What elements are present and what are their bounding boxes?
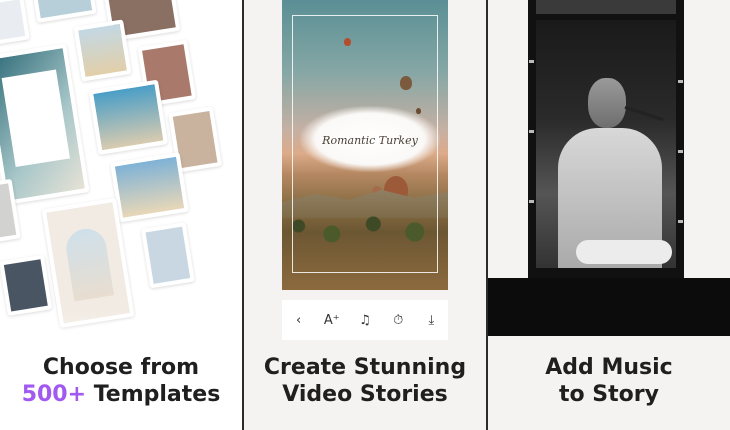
sprocket-hole	[678, 80, 683, 83]
add-music-panel: Add Music to Story	[488, 0, 730, 430]
caption-line2: to Story	[559, 382, 659, 407]
sprocket-hole	[678, 150, 683, 153]
template-card[interactable]	[0, 254, 53, 317]
story-preview[interactable]: Romantic Turkey	[282, 0, 448, 290]
back-chevron-icon[interactable]: ‹	[288, 309, 310, 331]
audio-waveform[interactable]	[488, 278, 730, 336]
caption-line2: 500+ Templates	[0, 381, 242, 408]
guitar	[576, 240, 672, 264]
caption-accent: 500+	[21, 382, 87, 407]
sprocket-hole	[529, 60, 534, 63]
musician-head	[588, 78, 626, 128]
template-card[interactable]	[110, 152, 189, 223]
sprocket-hole	[529, 200, 534, 203]
editor-toolbar: ‹ A⁺ ♫ ⏱ ⤓	[282, 300, 448, 340]
caption-line1: Choose from	[42, 355, 200, 380]
template-card[interactable]	[0, 43, 90, 206]
caption-line1: Create Stunning	[263, 355, 467, 380]
musician-photo[interactable]	[536, 20, 676, 268]
caption-line1: Add Music	[545, 355, 673, 380]
download-icon[interactable]: ⤓	[420, 309, 442, 331]
caption-line2: Video Stories	[282, 382, 448, 407]
timer-icon[interactable]: ⏱	[387, 309, 409, 331]
caption-video-stories: Create Stunning Video Stories	[244, 354, 486, 408]
template-card[interactable]	[0, 0, 30, 49]
frame-border	[292, 15, 438, 273]
caption-add-music: Add Music to Story	[488, 354, 730, 408]
template-card[interactable]	[31, 0, 97, 23]
music-note-icon[interactable]: ♫	[354, 309, 376, 331]
sprocket-hole	[678, 220, 683, 223]
text-add-icon[interactable]: A⁺	[321, 309, 343, 331]
film-top-frame	[536, 0, 676, 14]
microphone	[624, 105, 664, 122]
templates-panel: Choose from 500+ Templates	[0, 0, 242, 430]
template-card[interactable]	[140, 222, 195, 289]
caption-rest: Templates	[86, 382, 221, 407]
film-strip	[528, 0, 684, 285]
template-card[interactable]	[88, 79, 168, 155]
video-stories-panel: Romantic Turkey ‹ A⁺ ♫ ⏱ ⤓ Create Stunni…	[244, 0, 486, 430]
sprocket-hole	[529, 130, 534, 133]
caption-templates: Choose from 500+ Templates	[0, 354, 242, 408]
template-card[interactable]	[73, 19, 132, 82]
